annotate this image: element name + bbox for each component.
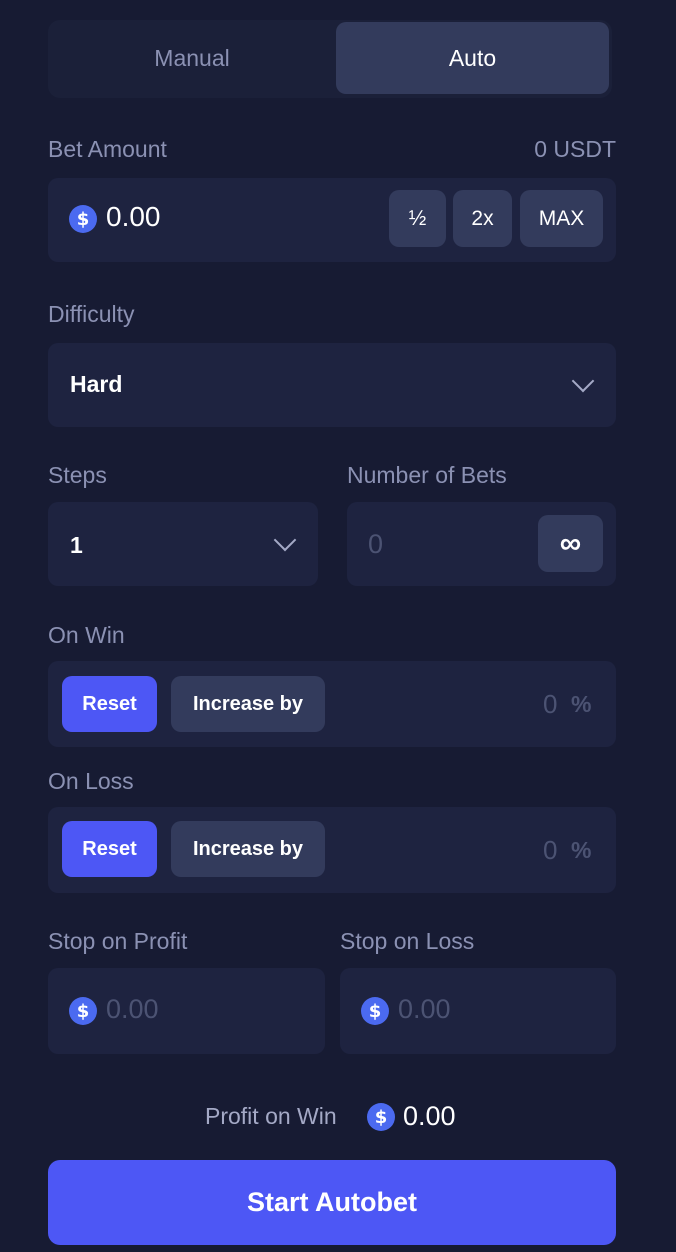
steps-value: 1 (70, 532, 83, 558)
bet-amount-field[interactable]: $ 0.00 ½ 2x MAX (48, 178, 616, 262)
start-autobet-button[interactable]: Start Autobet (48, 1160, 616, 1245)
infinity-button[interactable]: ∞ (538, 515, 603, 572)
balance-display: 0 USDT (534, 136, 616, 162)
profit-on-win-value: 0.00 (403, 1101, 456, 1131)
dollar-coin-icon: $ (367, 1103, 395, 1131)
on-win-field: Reset Increase by 0 % (48, 661, 616, 747)
bet-amount-input[interactable]: 0.00 (106, 201, 161, 233)
stop-on-loss-label: Stop on Loss (340, 928, 475, 954)
difficulty-label: Difficulty (48, 301, 135, 327)
double-button[interactable]: 2x (453, 190, 512, 247)
percent-icon: % (571, 691, 592, 717)
mode-tabs: Manual Auto (48, 20, 612, 98)
chevron-down-icon (571, 369, 595, 393)
on-loss-increase-button[interactable]: Increase by (171, 821, 325, 877)
number-of-bets-field[interactable]: 0 ∞ (347, 502, 616, 586)
tab-auto[interactable]: Auto (336, 22, 609, 94)
tab-manual[interactable]: Manual (50, 22, 334, 94)
half-button[interactable]: ½ (389, 190, 446, 247)
on-win-reset-button[interactable]: Reset (62, 676, 157, 732)
stop-on-profit-input[interactable]: 0.00 (106, 994, 159, 1025)
steps-label: Steps (48, 462, 107, 488)
on-loss-label: On Loss (48, 768, 134, 794)
on-loss-reset-button[interactable]: Reset (62, 821, 157, 877)
difficulty-select[interactable]: Hard (48, 343, 616, 427)
dollar-coin-icon: $ (69, 997, 97, 1025)
on-win-label: On Win (48, 622, 125, 648)
dollar-coin-icon: $ (361, 997, 389, 1025)
percent-icon: % (571, 837, 592, 863)
autobet-panel: Manual Auto Bet Amount 0 USDT $ 0.00 ½ 2… (0, 0, 676, 1252)
max-button[interactable]: MAX (520, 190, 603, 247)
on-win-increase-button[interactable]: Increase by (171, 676, 325, 732)
bet-amount-label: Bet Amount (48, 136, 167, 162)
chevron-down-icon (273, 528, 297, 552)
stop-on-loss-input[interactable]: 0.00 (398, 994, 451, 1025)
stop-on-profit-field[interactable]: $ 0.00 (48, 968, 325, 1054)
on-win-percent-input[interactable]: 0 (543, 689, 557, 720)
dollar-coin-icon: $ (69, 205, 97, 233)
profit-on-win-label: Profit on Win (205, 1103, 337, 1129)
number-of-bets-input[interactable]: 0 (368, 529, 383, 560)
stop-on-profit-label: Stop on Profit (48, 928, 188, 954)
stop-on-loss-field[interactable]: $ 0.00 (340, 968, 616, 1054)
steps-select[interactable]: 1 (48, 502, 318, 586)
number-of-bets-label: Number of Bets (347, 462, 507, 488)
on-loss-percent-input[interactable]: 0 (543, 835, 557, 866)
on-loss-field: Reset Increase by 0 % (48, 807, 616, 893)
difficulty-value: Hard (70, 371, 123, 397)
